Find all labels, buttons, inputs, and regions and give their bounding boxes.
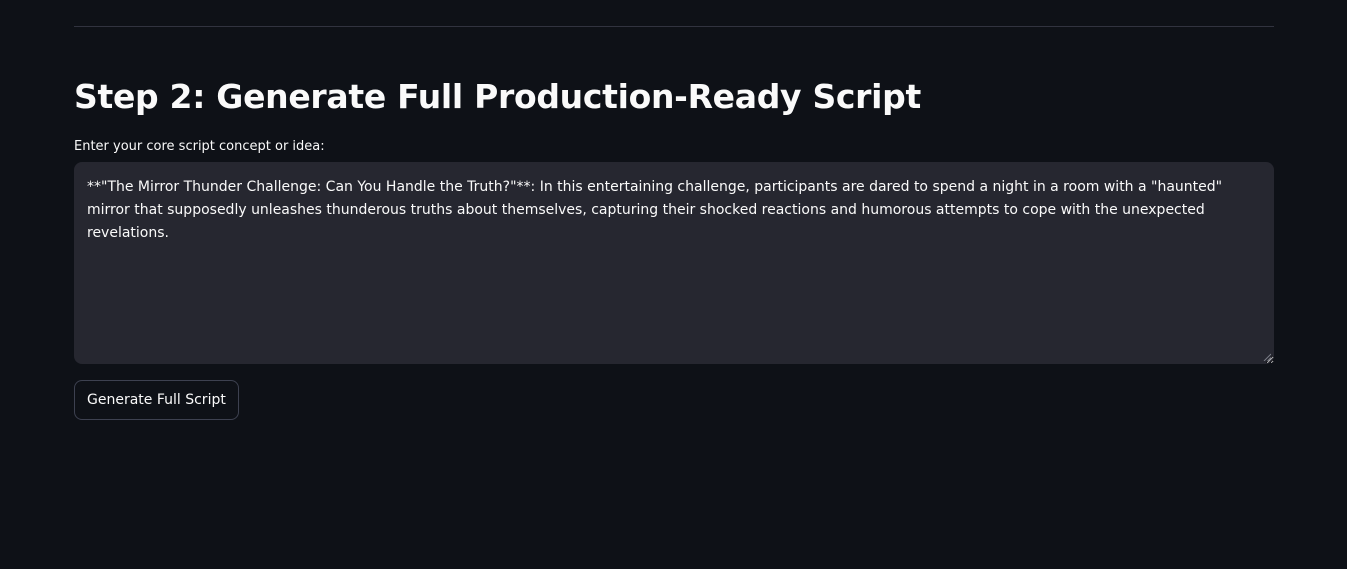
- top-divider: [74, 26, 1274, 27]
- concept-textarea-container: **"The Mirror Thunder Challenge: Can You…: [74, 162, 1274, 364]
- concept-textarea[interactable]: **"The Mirror Thunder Challenge: Can You…: [74, 162, 1274, 364]
- app-page: Step 2: Generate Full Production-Ready S…: [0, 0, 1347, 569]
- concept-input-label: Enter your core script concept or idea:: [74, 139, 325, 154]
- generate-full-script-button[interactable]: Generate Full Script: [74, 380, 239, 420]
- page-title: Step 2: Generate Full Production-Ready S…: [74, 77, 921, 116]
- resize-handle-icon[interactable]: [1263, 353, 1271, 361]
